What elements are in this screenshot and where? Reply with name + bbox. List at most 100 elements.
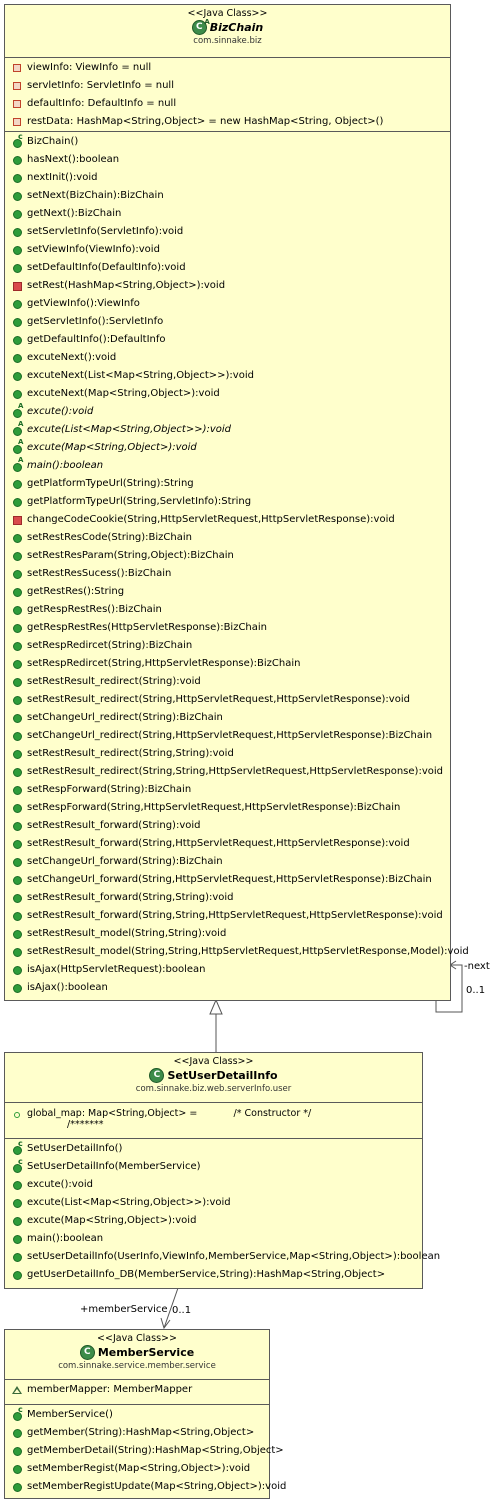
- method-row[interactable]: getDefaultInfo():DefaultInfo: [5, 331, 450, 349]
- method-row[interactable]: setRestResCode(String):BizChain: [5, 529, 450, 547]
- field-row[interactable]: viewInfo: ViewInfo = null: [5, 59, 450, 77]
- method-row[interactable]: excute(Map<String,Object>):void: [5, 1212, 422, 1230]
- method-row[interactable]: getUserDetailInfo_DB(MemberService,Strin…: [5, 1266, 422, 1284]
- method-row[interactable]: setServletInfo(ServletInfo):void: [5, 223, 450, 241]
- method-row[interactable]: setChangeUrl_redirect(String,HttpServlet…: [5, 727, 450, 745]
- methods-section: SetUserDetailInfo() SetUserDetailInfo(Mem…: [5, 1139, 440, 1286]
- method-signature: setRestResult_forward(String):void: [27, 820, 201, 831]
- method-row[interactable]: hasNext():boolean: [5, 151, 450, 169]
- method-row[interactable]: BizChain(): [5, 132, 450, 151]
- methods-section: BizChain() hasNext():boolean nextInit():vo…: [5, 132, 469, 999]
- stereotype-label: <<Java Class>>: [187, 8, 268, 19]
- method-row[interactable]: setChangeUrl_redirect(String):BizChain: [5, 709, 450, 727]
- method-row[interactable]: isAjax():boolean: [5, 979, 450, 997]
- field-signature: defaultInfo: DefaultInfo = null: [27, 98, 177, 109]
- member-multiplicity-label: 0..1: [172, 1305, 192, 1316]
- method-row[interactable]: setDefaultInfo(DefaultInfo):void: [5, 259, 450, 277]
- method-row[interactable]: setMemberRegist(Map<String,Object>):void: [5, 1460, 269, 1478]
- method-row[interactable]: isAjax(HttpServletRequest):boolean: [5, 961, 450, 979]
- field-row[interactable]: restData: HashMap<String,Object> = new H…: [5, 113, 450, 131]
- public-member-icon: [11, 316, 23, 328]
- method-row[interactable]: setRespRedircet(String):BizChain: [5, 637, 450, 655]
- field-row[interactable]: defaultInfo: DefaultInfo = null: [5, 95, 450, 113]
- method-row[interactable]: setChangeUrl_forward(String):BizChain: [5, 853, 450, 871]
- method-row[interactable]: excute():void: [5, 402, 450, 421]
- method-row[interactable]: setRest(HashMap<String,Object>):void: [5, 277, 450, 295]
- method-row[interactable]: excute(List<Map<String,Object>>):void: [5, 1194, 422, 1212]
- field-row[interactable]: memberMapper: MemberMapper: [5, 1381, 269, 1399]
- method-row[interactable]: excute(Map<String,Object>):void: [5, 438, 450, 457]
- public-member-icon: [11, 856, 23, 868]
- method-signature: excute():void: [27, 1179, 93, 1190]
- method-row[interactable]: setRestResult_model(String,String):void: [5, 925, 450, 943]
- method-row[interactable]: setRestResult_forward(String,String,Http…: [5, 907, 450, 925]
- method-row[interactable]: setRestResult_redirect(String,String):vo…: [5, 745, 450, 763]
- method-row[interactable]: MemberService(): [5, 1405, 269, 1424]
- method-row[interactable]: setRestResult_redirect(String,HttpServle…: [5, 691, 450, 709]
- method-row[interactable]: SetUserDetailInfo(MemberService): [5, 1157, 422, 1176]
- method-row[interactable]: getMember(String):HashMap<String,Object>: [5, 1424, 269, 1442]
- method-row[interactable]: setViewInfo(ViewInfo):void: [5, 241, 450, 259]
- method-row[interactable]: getRespRestRes():BizChain: [5, 601, 450, 619]
- package-label: com.sinnake.service.member.service: [58, 1361, 216, 1371]
- field-row[interactable]: servletInfo: ServletInfo = null: [5, 77, 450, 95]
- method-row[interactable]: setUserDetailInfo(UserInfo,ViewInfo,Memb…: [5, 1248, 440, 1266]
- class-bizchain[interactable]: <<Java Class>> C BizChain com.sinnake.bi…: [4, 4, 469, 1001]
- method-row[interactable]: setRespRedircet(String,HttpServletRespon…: [5, 655, 450, 673]
- method-row[interactable]: getViewInfo():ViewInfo: [5, 295, 450, 313]
- method-signature: excuteNext():void: [27, 352, 117, 363]
- method-row[interactable]: getRestRes():String: [5, 583, 450, 601]
- public-member-icon: [11, 802, 23, 814]
- constructor-icon: [11, 1139, 23, 1155]
- method-row[interactable]: setRespForward(String):BizChain: [5, 781, 450, 799]
- class-name-text: MemberService: [97, 1346, 195, 1359]
- method-row[interactable]: setRestResult_forward(String,String):voi…: [5, 889, 450, 907]
- public-member-icon: [11, 532, 23, 544]
- method-row[interactable]: setRestResult_forward(String):void: [5, 817, 450, 835]
- method-row[interactable]: setRespForward(String,HttpServletRequest…: [5, 799, 450, 817]
- method-signature: SetUserDetailInfo(MemberService): [27, 1161, 201, 1172]
- public-member-icon: [11, 244, 23, 256]
- method-row[interactable]: setRestResult_forward(String,HttpServlet…: [5, 835, 450, 853]
- method-row[interactable]: SetUserDetailInfo(): [5, 1139, 422, 1158]
- method-row[interactable]: changeCodeCookie(String,HttpServletReque…: [5, 511, 450, 529]
- public-member-icon: [11, 676, 23, 688]
- method-signature: excute(Map<String,Object>):void: [27, 1215, 197, 1226]
- class-setuserdetailinfo[interactable]: <<Java Class>> C SetUserDetailInfo com.s…: [4, 1052, 440, 1289]
- method-row[interactable]: setRestResSucess():BizChain: [5, 565, 450, 583]
- method-signature: setRestResult_forward(String,String,Http…: [27, 910, 443, 921]
- method-row[interactable]: nextInit():void: [5, 169, 450, 187]
- method-signature: setMemberRegistUpdate(Map<String,Object>…: [27, 1481, 287, 1492]
- method-row[interactable]: getServletInfo():ServletInfo: [5, 313, 450, 331]
- public-member-icon: [11, 1197, 23, 1209]
- method-row[interactable]: main():boolean: [5, 456, 450, 475]
- private-field-icon: [11, 62, 23, 74]
- public-member-icon: [11, 298, 23, 310]
- public-member-icon: [11, 946, 23, 958]
- method-row[interactable]: getRespRestRes(HttpServletResponse):BizC…: [5, 619, 450, 637]
- method-signature: setRestResult_redirect(String):void: [27, 676, 201, 687]
- method-row[interactable]: excute():void: [5, 1176, 422, 1194]
- method-row[interactable]: setRestResult_redirect(String,String,Htt…: [5, 763, 450, 781]
- public-member-icon: [11, 568, 23, 580]
- method-row[interactable]: setChangeUrl_forward(String,HttpServletR…: [5, 871, 450, 889]
- method-signature: getMemberDetail(String):HashMap<String,O…: [27, 1445, 284, 1456]
- method-row[interactable]: setRestResult_model(String,String,HttpSe…: [5, 943, 469, 961]
- method-row[interactable]: setMemberRegistUpdate(Map<String,Object>…: [5, 1478, 286, 1496]
- method-row[interactable]: setRestResParam(String,Object):BizChain: [5, 547, 450, 565]
- method-row[interactable]: excuteNext(Map<String,Object>):void: [5, 385, 450, 403]
- method-row[interactable]: setNext(BizChain):BizChain: [5, 187, 450, 205]
- class-memberservice[interactable]: <<Java Class>> C MemberService com.sinna…: [4, 1329, 286, 1499]
- field-text: global_map: Map<String,Object> = /* Cons…: [27, 1108, 312, 1119]
- method-row[interactable]: main():boolean: [5, 1230, 422, 1248]
- method-row[interactable]: excuteNext():void: [5, 349, 450, 367]
- method-row[interactable]: getPlatformTypeUrl(String,ServletInfo):S…: [5, 493, 450, 511]
- method-row[interactable]: getNext():BizChain: [5, 205, 450, 223]
- method-row[interactable]: excuteNext(List<Map<String,Object>>):voi…: [5, 367, 450, 385]
- method-row[interactable]: getPlatformTypeUrl(String):String: [5, 475, 450, 493]
- method-row[interactable]: getMemberDetail(String):HashMap<String,O…: [5, 1442, 284, 1460]
- constructor-icon: [11, 132, 23, 148]
- method-row[interactable]: setRestResult_redirect(String):void: [5, 673, 450, 691]
- class-icon: C: [79, 1345, 95, 1360]
- method-row[interactable]: excute(List<Map<String,Object>>):void: [5, 420, 450, 439]
